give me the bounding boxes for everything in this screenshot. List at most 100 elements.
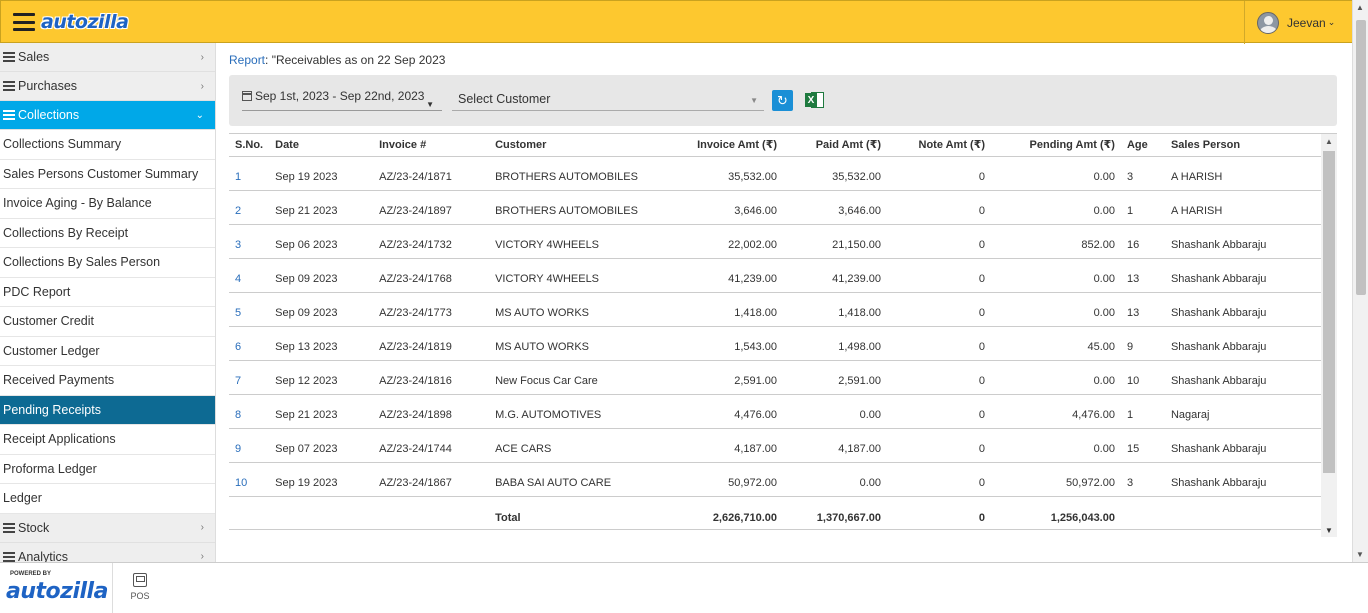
total-paid-amt: 1,370,667.00 — [783, 496, 888, 530]
total-empty-cell — [1164, 496, 1321, 530]
sidebar-group-analytics[interactable]: Analytics › — [0, 542, 215, 563]
sidebar-item-proforma-ledger[interactable]: Proforma Ledger — [0, 454, 215, 484]
excel-export-button[interactable]: X — [805, 90, 825, 110]
col-header-date[interactable]: Date — [269, 134, 374, 157]
sidebar-item-collections-summary[interactable]: Collections Summary — [0, 130, 215, 160]
chevron-right-icon: › — [200, 51, 204, 63]
app-logo[interactable]: autozilla — [41, 11, 129, 33]
menu-icon — [3, 52, 15, 62]
hamburger-menu-icon[interactable] — [13, 13, 35, 31]
page-scroll-thumb[interactable] — [1356, 20, 1366, 295]
col-header-sales-person[interactable]: Sales Person — [1164, 134, 1321, 157]
sidebar-group-collections[interactable]: Collections ⌄ — [0, 101, 215, 130]
sidebar-group-label: Stock — [18, 520, 50, 535]
pos-button[interactable]: POS — [126, 573, 154, 601]
col-note-amt: 0 — [887, 224, 992, 259]
col-invoice: AZ/23-24/1744 — [373, 428, 490, 463]
sidebar-item-received-payments[interactable]: Received Payments — [0, 366, 215, 396]
sidebar-group-purchases[interactable]: Purchases › — [0, 72, 215, 101]
col-header-pending-amt[interactable]: Pending Amt (₹) — [991, 134, 1121, 157]
col-header-invoice[interactable]: Invoice # — [373, 134, 490, 157]
total-empty-cell — [1120, 496, 1165, 530]
col-header-note-amt[interactable]: Note Amt (₹) — [887, 134, 992, 157]
col-header-customer[interactable]: Customer — [489, 134, 660, 157]
scroll-down-icon[interactable]: ▼ — [1356, 550, 1364, 559]
table-row[interactable]: 7 Sep 12 2023 AZ/23-24/1816 New Focus Car C… — [229, 360, 1321, 395]
sidebar-item-pdc-report[interactable]: PDC Report — [0, 277, 215, 307]
table-row[interactable]: 1 Sep 19 2023 AZ/23-24/1871 BROTHERS AUTOMO… — [229, 156, 1321, 191]
col-invoice-amt: 22,002.00 — [659, 224, 784, 259]
customer-select[interactable]: Select Customer ▼ — [452, 89, 764, 111]
total-label: Total — [489, 496, 660, 530]
col-paid-amt: 0.00 — [783, 394, 888, 429]
table-row[interactable]: 6 Sep 13 2023 AZ/23-24/1819 MS AUTO WORKS 1,… — [229, 326, 1321, 361]
col-date: Sep 12 2023 — [269, 360, 374, 395]
col-sno[interactable]: 1 — [229, 156, 270, 191]
sidebar-item-pending-receipts[interactable]: Pending Receipts — [0, 395, 215, 425]
sidebar-item-customer-credit[interactable]: Customer Credit — [0, 307, 215, 337]
table-row[interactable]: 2 Sep 21 2023 AZ/23-24/1897 BROTHERS AUTOMO… — [229, 190, 1321, 225]
menu-icon — [3, 110, 15, 120]
col-sno[interactable]: 4 — [229, 258, 270, 293]
sidebar-item-collections-by-sales-person[interactable]: Collections By Sales Person — [0, 248, 215, 278]
col-paid-amt: 0.00 — [783, 462, 888, 497]
col-sno[interactable]: 6 — [229, 326, 270, 361]
table-scroll-thumb[interactable] — [1323, 151, 1335, 473]
scroll-up-icon[interactable]: ▲ — [1325, 137, 1333, 146]
col-header-sno[interactable]: S.No. — [229, 134, 270, 157]
table-row[interactable]: 3 Sep 06 2023 AZ/23-24/1732 VICTORY 4WHEELS… — [229, 224, 1321, 259]
sidebar-group-sales[interactable]: Sales › — [0, 43, 215, 72]
col-sno[interactable]: 10 — [229, 462, 270, 497]
menu-icon — [3, 522, 15, 533]
scroll-up-icon[interactable]: ▲ — [1356, 3, 1364, 12]
page-scrollbar[interactable]: ▲ ▼ — [1352, 0, 1368, 562]
sidebar-group-stock[interactable]: Stock › — [0, 513, 215, 543]
col-invoice: AZ/23-24/1732 — [373, 224, 490, 259]
col-sno[interactable]: 5 — [229, 292, 270, 327]
col-note-amt: 0 — [887, 462, 992, 497]
breadcrumb-report-link[interactable]: Report — [229, 53, 265, 67]
col-invoice: AZ/23-24/1768 — [373, 258, 490, 293]
table-row[interactable]: 8 Sep 21 2023 AZ/23-24/1898 M.G. AUTOMOTIVE… — [229, 394, 1321, 429]
col-sno[interactable]: 7 — [229, 360, 270, 395]
avatar — [1257, 11, 1279, 34]
col-sno[interactable]: 8 — [229, 394, 270, 429]
total-empty-cell — [269, 496, 374, 530]
col-customer: M.G. AUTOMOTIVES — [489, 394, 660, 429]
footer-logo: autozilla — [6, 579, 108, 604]
table-row[interactable]: 4 Sep 09 2023 AZ/23-24/1768 VICTORY 4WHEELS… — [229, 258, 1321, 293]
table-scrollbar[interactable]: ▲ ▼ — [1321, 134, 1337, 537]
table-row[interactable]: 10 Sep 19 2023 AZ/23-24/1867 BABA SAI AUTO … — [229, 462, 1321, 497]
col-sno[interactable]: 3 — [229, 224, 270, 259]
col-age: 15 — [1120, 428, 1165, 463]
sidebar-item-receipt-applications[interactable]: Receipt Applications — [0, 425, 215, 455]
col-paid-amt: 1,498.00 — [783, 326, 888, 361]
col-header-paid-amt[interactable]: Paid Amt (₹) — [783, 134, 888, 157]
col-pending-amt: 0.00 — [991, 156, 1121, 191]
col-date: Sep 09 2023 — [269, 292, 374, 327]
sidebar-item-collections-by-receipt[interactable]: Collections By Receipt — [0, 218, 215, 248]
table-row[interactable]: 5 Sep 09 2023 AZ/23-24/1773 MS AUTO WORKS 1,… — [229, 292, 1321, 327]
col-invoice-amt: 2,591.00 — [659, 360, 784, 395]
col-age: 3 — [1120, 462, 1165, 497]
col-sno[interactable]: 2 — [229, 190, 270, 225]
scroll-down-icon[interactable]: ▼ — [1325, 526, 1333, 535]
table-row[interactable]: 9 Sep 07 2023 AZ/23-24/1744 ACE CARS 4,187.0… — [229, 428, 1321, 463]
breadcrumb: Report: "Receivables as on 22 Sep 2023 — [229, 53, 445, 67]
col-header-age[interactable]: Age — [1120, 134, 1165, 157]
col-sno[interactable]: 9 — [229, 428, 270, 463]
date-range-picker[interactable]: Sep 1st, 2023 - Sep 22nd, 2023 ▼ — [242, 89, 442, 111]
sidebar-item-invoice-aging[interactable]: Invoice Aging - By Balance — [0, 189, 215, 219]
refresh-button[interactable]: ↻ — [772, 90, 793, 111]
col-header-invoice-amt[interactable]: Invoice Amt (₹) — [659, 134, 784, 157]
user-menu[interactable]: Jeevan ⌄ — [1244, 1, 1352, 44]
chevron-right-icon: › — [200, 551, 204, 562]
col-date: Sep 13 2023 — [269, 326, 374, 361]
sidebar-item-customer-ledger[interactable]: Customer Ledger — [0, 336, 215, 366]
sidebar-item-ledger[interactable]: Ledger — [0, 484, 215, 514]
col-age: 10 — [1120, 360, 1165, 395]
col-note-amt: 0 — [887, 394, 992, 429]
col-invoice-amt: 41,239.00 — [659, 258, 784, 293]
sidebar-item-sales-persons-customer-summary[interactable]: Sales Persons Customer Summary — [0, 159, 215, 189]
col-pending-amt: 0.00 — [991, 292, 1121, 327]
